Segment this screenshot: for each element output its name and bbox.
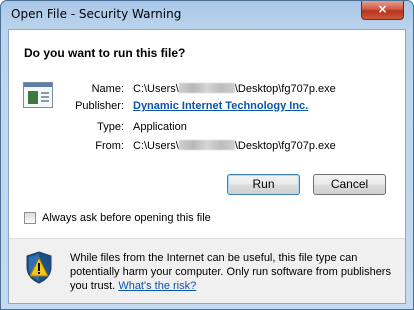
name-label: Name: — [91, 83, 124, 95]
type-value: Application — [133, 121, 187, 133]
dialog-question: Do you want to run this file? — [24, 46, 186, 60]
content-area: Do you want to run this file? Name: C:\U… — [9, 30, 405, 238]
name-row: Name: C:\Users\ \Desktop\fg707p.exe — [9, 83, 405, 97]
from-label: From: — [95, 140, 124, 152]
title-bar[interactable]: Open File - Security Warning × — [1, 1, 413, 28]
dialog-body: Do you want to run this file? Name: C:\U… — [8, 29, 406, 304]
from-value: C:\Users\ \Desktop\fg707p.exe — [133, 140, 336, 152]
always-ask-label[interactable]: Always ask before opening this file — [42, 212, 211, 224]
name-value: C:\Users\ \Desktop\fg707p.exe — [133, 83, 336, 95]
type-row: Type: Application — [9, 121, 405, 135]
whats-the-risk-link[interactable]: What's the risk? — [118, 280, 196, 292]
publisher-row: Publisher: Dynamic Internet Technology I… — [9, 100, 405, 114]
always-ask-checkbox[interactable] — [24, 212, 36, 224]
close-button[interactable]: × — [361, 1, 404, 20]
warning-text: While files from the Internet can be use… — [70, 252, 391, 292]
publisher-label: Publisher: — [75, 100, 124, 112]
publisher-link[interactable]: Dynamic Internet Technology Inc. — [133, 100, 308, 112]
cancel-button[interactable]: Cancel — [313, 174, 386, 195]
from-row: From: C:\Users\ \Desktop\fg707p.exe — [9, 140, 405, 154]
run-button[interactable]: Run — [227, 174, 300, 195]
redacted-username — [178, 83, 235, 93]
redacted-username — [178, 140, 235, 150]
type-label: Type: — [97, 121, 124, 133]
security-warning-dialog: Open File - Security Warning × Do you wa… — [0, 0, 414, 310]
window-title: Open File - Security Warning — [11, 7, 182, 21]
warning-footer: While files from the Internet can be use… — [9, 239, 405, 303]
warning-shield-icon — [26, 251, 52, 284]
